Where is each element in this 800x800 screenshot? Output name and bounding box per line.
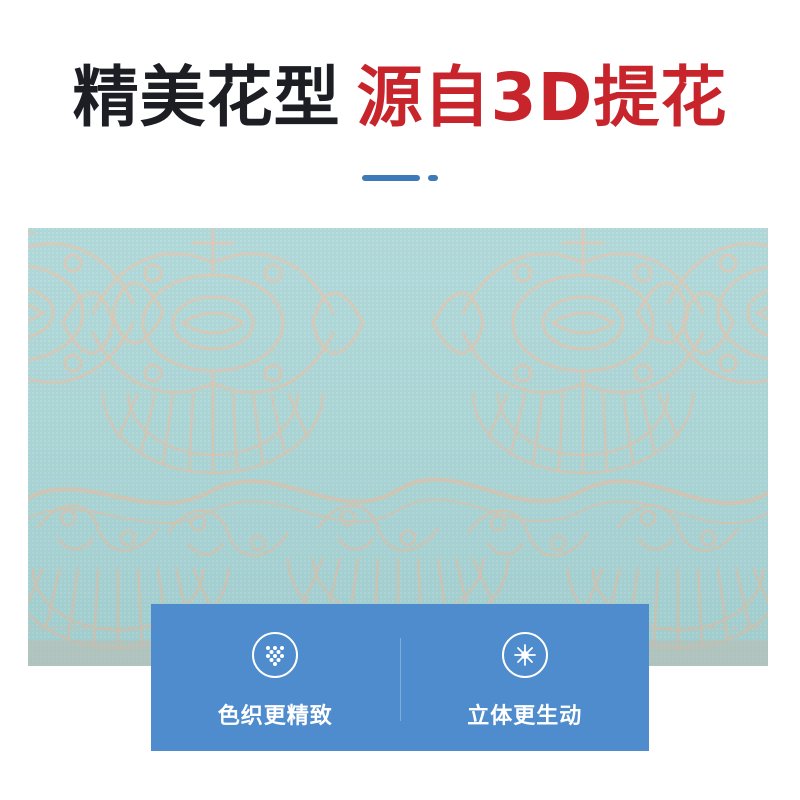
flower-icon: [501, 632, 548, 678]
dot-grid-icon: [252, 632, 299, 678]
title-red-part: 源自3D提花: [356, 59, 728, 136]
jacquard-fabric-image: [28, 228, 768, 666]
feature-panel: 色织更精致 立体更生动: [151, 604, 649, 751]
title-divider-dot: [428, 175, 438, 181]
feature-3d-relief: 立体更生动: [401, 604, 650, 751]
feature-label: 色织更精致: [217, 704, 333, 729]
feature-color-weave: 色织更精致: [151, 604, 400, 751]
feature-label: 立体更生动: [467, 704, 583, 729]
page-title: 精美花型 源自3D提花: [0, 59, 800, 136]
title-dark-part: 精美花型: [72, 59, 341, 136]
title-divider: [362, 175, 420, 181]
